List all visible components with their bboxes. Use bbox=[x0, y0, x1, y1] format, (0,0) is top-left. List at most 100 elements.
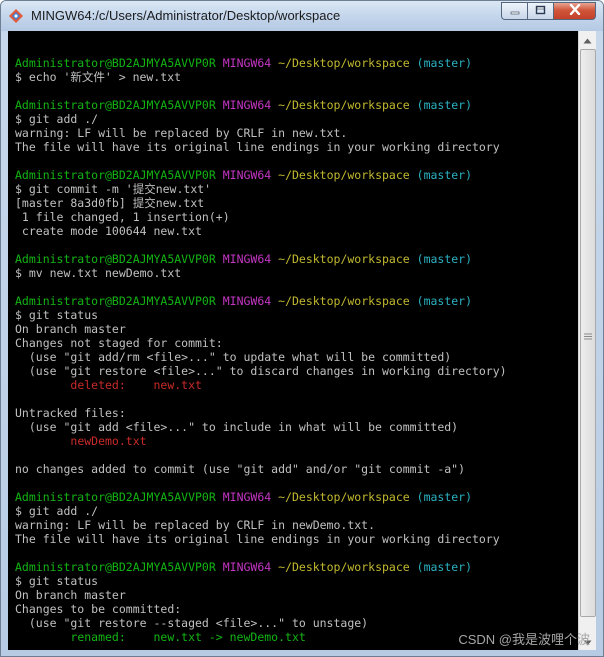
grip-icon bbox=[584, 327, 592, 340]
terminal-segment: Administrator@BD2AJMYA5AVVP0R bbox=[15, 98, 216, 112]
terminal-line: $ mv new.txt newDemo.txt bbox=[15, 266, 507, 280]
terminal-segment bbox=[410, 56, 417, 70]
title-bar[interactable]: MINGW64:/c/Users/Administrator/Desktop/w… bbox=[1, 1, 603, 31]
terminal-segment: newDemo.txt bbox=[70, 434, 147, 448]
terminal-line: $ git add ./ bbox=[15, 504, 507, 518]
terminal-segment bbox=[410, 294, 417, 308]
terminal-segment bbox=[410, 168, 417, 182]
terminal-segment: $ git status bbox=[15, 574, 99, 588]
terminal-segment: ~/Desktop/workspace bbox=[278, 56, 410, 70]
terminal-line: (use "git restore <file>..." to discard … bbox=[15, 364, 507, 378]
terminal-segment: MINGW64 bbox=[222, 56, 272, 70]
close-icon bbox=[569, 2, 581, 20]
terminal-line: create mode 100644 new.txt bbox=[15, 224, 507, 238]
terminal-segment: $ git commit -m '提交new.txt' bbox=[15, 182, 212, 196]
terminal-segment: (use "git add/rm <file>..." to update wh… bbox=[15, 350, 452, 364]
terminal-segment: The file will have its original line end… bbox=[15, 140, 500, 154]
terminal-line: Administrator@BD2AJMYA5AVVP0R MINGW64 ~/… bbox=[15, 560, 507, 574]
terminal-segment bbox=[410, 490, 417, 504]
terminal-window: MINGW64:/c/Users/Administrator/Desktop/w… bbox=[0, 0, 604, 657]
terminal-line: Administrator@BD2AJMYA5AVVP0R MINGW64 ~/… bbox=[15, 252, 507, 266]
terminal-segment bbox=[216, 294, 223, 308]
terminal-segment bbox=[410, 560, 417, 574]
terminal-line: (use "git add/rm <file>..." to update wh… bbox=[15, 350, 507, 364]
terminal-line: renamed: new.txt -> newDemo.txt bbox=[15, 630, 507, 644]
terminal-segment: (use "git restore --staged <file>..." to… bbox=[15, 616, 369, 630]
terminal-segment: (master) bbox=[416, 560, 473, 574]
terminal-segment: Changes to be committed: bbox=[15, 602, 182, 616]
terminal-line: Administrator@BD2AJMYA5AVVP0R MINGW64 ~/… bbox=[15, 168, 507, 182]
terminal-line: Changes not staged for commit: bbox=[15, 336, 507, 350]
terminal-line: 1 file changed, 1 insertion(+) bbox=[15, 210, 507, 224]
window-title: MINGW64:/c/Users/Administrator/Desktop/w… bbox=[31, 8, 341, 23]
terminal-segment: (master) bbox=[416, 168, 473, 182]
terminal-segment: no changes added to commit (use "git add… bbox=[15, 462, 466, 476]
terminal-segment: create mode 100644 new.txt bbox=[15, 224, 202, 238]
terminal-line: $ echo '新文件' > new.txt bbox=[15, 70, 507, 84]
terminal-client-area[interactable]: Administrator@BD2AJMYA5AVVP0R MINGW64 ~/… bbox=[8, 31, 596, 650]
terminal-segment: MINGW64 bbox=[222, 560, 272, 574]
terminal-segment: Administrator@BD2AJMYA5AVVP0R bbox=[15, 490, 216, 504]
terminal-line: $ git status bbox=[15, 308, 507, 322]
terminal-line: $ git commit -m '提交new.txt' bbox=[15, 182, 507, 196]
git-bash-diamond-icon[interactable] bbox=[8, 8, 24, 24]
vertical-scrollbar[interactable] bbox=[578, 31, 596, 650]
terminal-segment: MINGW64 bbox=[222, 490, 272, 504]
terminal-segment: warning: LF will be replaced by CRLF in … bbox=[15, 126, 348, 140]
terminal-segment: deleted: new.txt bbox=[70, 378, 202, 392]
terminal-segment: ~/Desktop/workspace bbox=[278, 560, 410, 574]
terminal-segment bbox=[410, 98, 417, 112]
terminal-line: Administrator@BD2AJMYA5AVVP0R MINGW64 ~/… bbox=[15, 56, 507, 70]
terminal-segment: Untracked files: bbox=[15, 406, 126, 420]
terminal-segment: [master 8a3d0fb] 提交new.txt bbox=[15, 196, 205, 210]
terminal-line: Changes to be committed: bbox=[15, 602, 507, 616]
terminal-segment: The file will have its original line end… bbox=[15, 532, 500, 546]
terminal-text: Administrator@BD2AJMYA5AVVP0R MINGW64 ~/… bbox=[15, 42, 507, 644]
terminal-segment bbox=[410, 252, 417, 266]
terminal-segment bbox=[216, 252, 223, 266]
terminal-line: On branch master bbox=[15, 588, 507, 602]
terminal-segment: MINGW64 bbox=[222, 98, 272, 112]
terminal-segment bbox=[216, 490, 223, 504]
terminal-segment bbox=[15, 434, 70, 448]
terminal-segment: Changes not staged for commit: bbox=[15, 336, 223, 350]
maximize-button[interactable] bbox=[527, 2, 553, 20]
terminal-segment: 1 file changed, 1 insertion(+) bbox=[15, 210, 230, 224]
terminal-segment: $ mv new.txt newDemo.txt bbox=[15, 266, 182, 280]
terminal-segment: ~/Desktop/workspace bbox=[278, 294, 410, 308]
terminal-line: no changes added to commit (use "git add… bbox=[15, 462, 507, 476]
terminal-line: warning: LF will be replaced by CRLF in … bbox=[15, 126, 507, 140]
terminal-segment: (use "git restore <file>..." to discard … bbox=[15, 364, 507, 378]
terminal-line: (use "git restore --staged <file>..." to… bbox=[15, 616, 507, 630]
terminal-segment: Administrator@BD2AJMYA5AVVP0R bbox=[15, 56, 216, 70]
terminal-segment: Administrator@BD2AJMYA5AVVP0R bbox=[15, 252, 216, 266]
terminal-segment: renamed: new.txt -> newDemo.txt bbox=[70, 630, 306, 644]
terminal-segment: $ echo '新文件' > new.txt bbox=[15, 70, 182, 84]
terminal-line: [master 8a3d0fb] 提交new.txt bbox=[15, 196, 507, 210]
terminal-line: Administrator@BD2AJMYA5AVVP0R MINGW64 ~/… bbox=[15, 98, 507, 112]
caption-buttons bbox=[501, 2, 596, 21]
terminal-segment bbox=[216, 56, 223, 70]
terminal-line: Administrator@BD2AJMYA5AVVP0R MINGW64 ~/… bbox=[15, 490, 507, 504]
terminal-segment bbox=[216, 98, 223, 112]
minimize-button[interactable] bbox=[501, 2, 527, 20]
terminal-segment: (master) bbox=[416, 252, 473, 266]
terminal-output[interactable]: Administrator@BD2AJMYA5AVVP0R MINGW64 ~/… bbox=[8, 31, 578, 650]
close-button[interactable] bbox=[553, 2, 596, 20]
terminal-segment bbox=[15, 630, 70, 644]
terminal-segment: $ git add ./ bbox=[15, 504, 99, 518]
scroll-thumb[interactable] bbox=[580, 49, 596, 617]
terminal-segment: (master) bbox=[416, 490, 473, 504]
scroll-up-button[interactable] bbox=[579, 31, 596, 48]
watermark: CSDN @我是波哩个波 bbox=[458, 632, 590, 647]
terminal-line: The file will have its original line end… bbox=[15, 140, 507, 154]
terminal-line: Administrator@BD2AJMYA5AVVP0R MINGW64 ~/… bbox=[15, 294, 507, 308]
terminal-segment: (master) bbox=[416, 56, 473, 70]
